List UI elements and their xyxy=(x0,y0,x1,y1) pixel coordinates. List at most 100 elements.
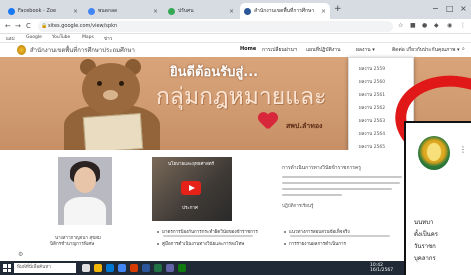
bookmark-item[interactable]: ข่าว xyxy=(104,35,112,42)
bear-eye xyxy=(119,81,124,86)
profile-photo xyxy=(58,157,112,225)
puzzle-icon[interactable]: ◆ xyxy=(434,22,439,29)
text-line xyxy=(282,188,392,190)
browser-tab[interactable]: ปรับศน × xyxy=(164,3,238,19)
powerpoint-icon[interactable] xyxy=(130,264,138,272)
minimize-button[interactable]: − xyxy=(432,4,439,13)
settings-icon[interactable]: ⚙ xyxy=(18,251,23,258)
bookmarks-bar: แอป Google YouTube Maps ข่าว xyxy=(0,34,471,43)
site-header: สำนักงานเขตพื้นที่การศึกษาประถมศึกษา Hom… xyxy=(0,43,471,57)
search-icon[interactable]: ⌕ xyxy=(462,46,465,52)
bear-muzzle xyxy=(103,90,118,100)
kebab-menu-icon[interactable]: ⋮ xyxy=(460,22,466,29)
dropdown-item[interactable]: ผลงาน 2562 xyxy=(359,104,385,111)
maximize-button[interactable]: □ xyxy=(446,4,454,13)
dropdown-item[interactable]: ผลงาน 2565 xyxy=(359,143,385,150)
close-icon[interactable]: × xyxy=(321,8,326,15)
dropdown-item[interactable]: ผลงาน 2561 xyxy=(359,91,385,98)
overlay-window: ⋮ นนทบา ตั้งเป็นคร วันราชก บุคลากร xyxy=(404,121,471,275)
bookmark-item[interactable]: Maps xyxy=(82,35,94,40)
list-item[interactable]: การรายงานผลการดำเนินการ xyxy=(284,240,346,247)
browser-tab-active[interactable]: สำนักงานเขตพื้นที่การศึกษา × xyxy=(240,3,330,19)
taskbar-search-input[interactable]: พิมพ์ที่นี่เพื่อค้นหา xyxy=(14,263,76,273)
windows-start-icon[interactable] xyxy=(3,264,11,272)
bullet-icon xyxy=(284,230,286,233)
profile-role: นิติกรชำนาญการพิเศษ xyxy=(50,242,95,247)
browser-tab[interactable]: Facebook - Zoe × xyxy=(4,3,82,19)
nav-works[interactable]: ผลงาน ▾ xyxy=(356,46,375,54)
news-heading: การดำเนินการทางวินัยข้าราชการครู xyxy=(282,165,362,171)
bookmark-item[interactable]: YouTube xyxy=(52,35,70,40)
close-icon[interactable]: × xyxy=(153,8,158,15)
tab-favicon-icon xyxy=(88,7,95,15)
browser-tab-bar: Facebook - Zoe × พนดกลด × ปรับศน × สำนัก… xyxy=(0,0,471,19)
forward-button[interactable]: → xyxy=(15,22,21,30)
list-item[interactable]: คู่มือการดำเนินงานทางวินัยและการลงโทษ xyxy=(157,240,244,247)
browser-tab[interactable]: พนดกลด × xyxy=(84,3,162,19)
map-illustration xyxy=(82,113,144,150)
tab-favicon-icon xyxy=(168,7,175,15)
dropdown-item[interactable]: ผลงาน 2560 xyxy=(359,78,385,85)
group-name-heading: กลุ่มกฎหมายและ xyxy=(156,84,327,110)
facebook-icon xyxy=(8,7,15,15)
windows-taskbar: พิมพ์ที่นี่เพื่อค้นหา 10:42 16/1/2567 xyxy=(0,261,404,275)
close-window-button[interactable]: × xyxy=(460,4,467,13)
text-line xyxy=(282,182,400,184)
tab-favicon-icon xyxy=(244,7,251,15)
nav-transition[interactable]: การเปลี่ยนผ่านฯ xyxy=(262,46,297,54)
bullet-icon xyxy=(284,242,286,245)
bullet-icon xyxy=(157,242,159,245)
teams-icon[interactable] xyxy=(166,264,174,272)
list-item[interactable]: มาตรการป้องกันการกระทำผิดวินัยของข้าราชก… xyxy=(157,228,258,235)
screen: Facebook - Zoe × พนดกลด × ปรับศน × สำนัก… xyxy=(0,0,471,275)
list-item[interactable]: แนวทางการสอบสวนข้อเท็จจริง xyxy=(284,228,350,235)
new-tab-button[interactable]: + xyxy=(334,4,342,14)
edge-icon[interactable] xyxy=(106,264,114,272)
main-content: นางสาวกาญจนา สุขสม นิติกรชำนาญการพิเศษ น… xyxy=(0,150,471,261)
video-caption: ประกาศ xyxy=(182,206,198,211)
file-explorer-icon[interactable] xyxy=(94,264,102,272)
dropdown-item[interactable]: ผลงาน 2564 xyxy=(359,130,385,137)
address-bar-row: ← → C 🔒 sites.google.com/view/spkn ☆ ■ ●… xyxy=(0,19,471,34)
dropdown-item[interactable]: ผลงาน 2559 xyxy=(359,65,385,72)
excel-icon[interactable] xyxy=(154,264,162,272)
site-logo[interactable] xyxy=(17,45,26,55)
line-app-icon[interactable] xyxy=(178,264,186,272)
bookmark-item[interactable]: แอป xyxy=(6,35,14,42)
news-subheading: ปฏิบัติการเรียนรู้ xyxy=(282,204,314,209)
video-title: นโยบายและยุทธศาสตร์ xyxy=(168,162,215,167)
nav-contact[interactable]: ติดต่อ เกี่ยวกับประกันคุณภาพ ▾ xyxy=(392,46,459,54)
url-input[interactable]: 🔒 sites.google.com/view/spkn xyxy=(38,21,393,32)
star-icon[interactable]: ☆ xyxy=(398,22,403,29)
bookmark-item[interactable]: Google xyxy=(26,35,42,40)
overlay-text: วันราชก xyxy=(414,243,436,250)
task-view-icon[interactable] xyxy=(82,264,90,272)
close-icon[interactable]: × xyxy=(229,8,234,15)
close-icon[interactable]: × xyxy=(73,8,78,15)
text-line xyxy=(290,235,390,237)
text-line xyxy=(282,194,342,196)
taskbar-date: 16/1/2567 xyxy=(370,268,394,273)
youtube-video-embed[interactable]: นโยบายและยุทธศาสตร์ ประกาศ xyxy=(152,157,232,221)
reload-button[interactable]: C xyxy=(26,22,31,30)
word-icon[interactable] xyxy=(142,264,150,272)
site-title[interactable]: สำนักงานเขตพื้นที่การศึกษาประถมศึกษา xyxy=(30,45,135,55)
extension-icon[interactable]: ■ xyxy=(410,22,416,29)
text-line xyxy=(282,176,402,178)
photo-face xyxy=(74,167,96,193)
dropdown-item[interactable]: ผลงาน 2563 xyxy=(359,117,385,124)
profile-icon[interactable]: ◉ xyxy=(447,22,452,29)
bear-head xyxy=(82,63,140,115)
extension-icon[interactable]: ● xyxy=(422,22,427,29)
back-button[interactable]: ← xyxy=(5,22,11,30)
nav-home[interactable]: Home xyxy=(240,46,256,52)
nav-plan[interactable]: แผนที่ปฏิบัติงาน xyxy=(306,46,341,54)
overlay-text: ตั้งเป็นคร xyxy=(414,231,439,238)
text-line xyxy=(163,235,253,237)
heart-icon xyxy=(258,113,278,131)
kebab-menu-icon[interactable]: ⋮ xyxy=(459,145,467,154)
bear-eye xyxy=(97,81,102,86)
play-icon[interactable] xyxy=(181,181,201,195)
banner-slogan: สพป.ลำทอง xyxy=(286,122,323,130)
chrome-icon[interactable] xyxy=(118,264,126,272)
